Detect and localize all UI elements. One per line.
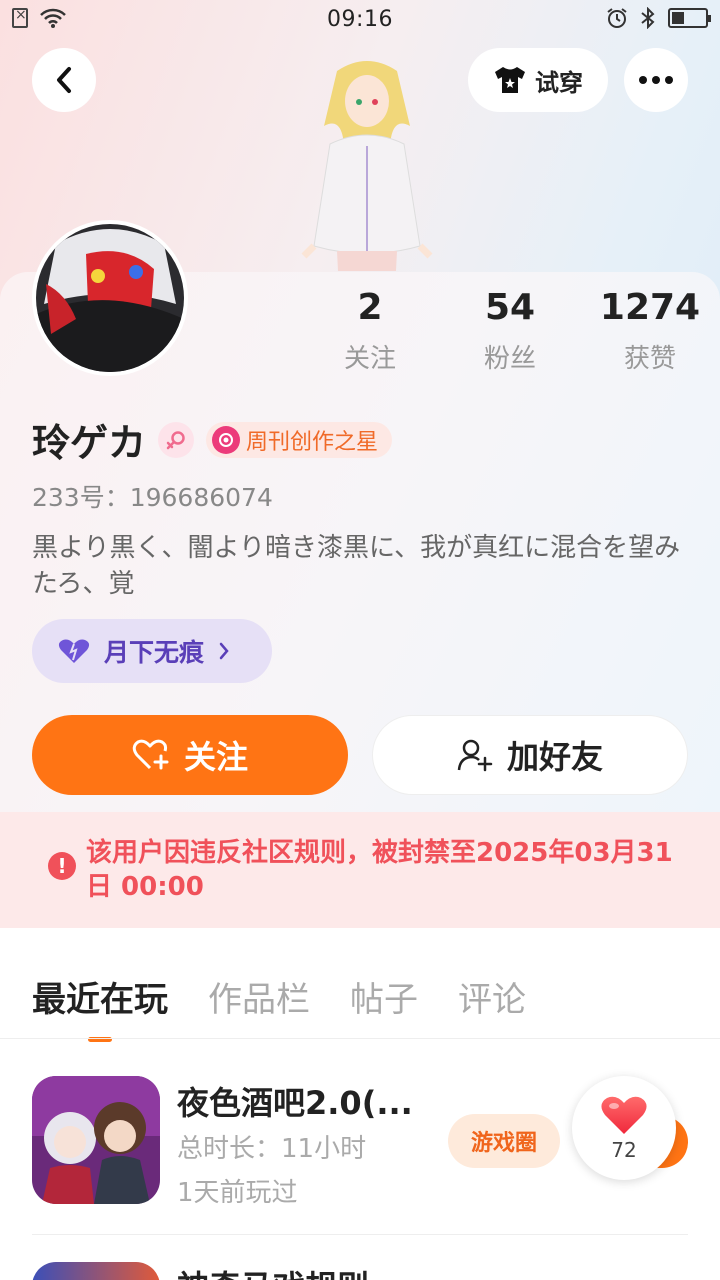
chevron-left-icon (57, 67, 71, 93)
stat-label: 粉丝 (483, 344, 536, 374)
more-button[interactable] (624, 48, 688, 112)
stats-row: 2 关注 54 粉丝 1274 获赞 (300, 288, 720, 375)
ban-notice-text: 该用户因违反社区规则，被封禁至2025年03月31日 00:00 (86, 838, 673, 902)
try-on-button[interactable]: 试穿 (468, 48, 608, 112)
ban-notice: ! 该用户因违反社区规则，被封禁至2025年03月31日 00:00 (0, 812, 720, 928)
more-dot-icon (639, 76, 647, 84)
game-thumbnail (32, 1262, 160, 1280)
add-friend-label: 加好友 (506, 738, 603, 776)
heart-plus-icon (132, 739, 169, 770)
tab-posts[interactable]: 帖子 (350, 972, 418, 1022)
follow-label: 关注 (183, 738, 248, 776)
floating-like-button[interactable]: 72 (572, 1076, 676, 1180)
tshirt-icon (495, 67, 525, 93)
status-bar: 09:16 (0, 0, 720, 38)
guild-button[interactable]: 月下无痕 (32, 619, 272, 683)
stat-value: 1274 (599, 287, 701, 328)
name-row: 玲ゲカ 周刊创作之星 (32, 412, 393, 467)
game-thumbnail (32, 1076, 160, 1204)
alarm-icon (607, 8, 627, 28)
username: 玲ゲカ (32, 421, 147, 465)
heart-icon (58, 639, 90, 663)
stat-following[interactable]: 2 关注 (300, 288, 440, 375)
no-sim-icon (12, 7, 28, 28)
more-dot-icon (652, 76, 660, 84)
user-bio: 黒より黒く、闇より暗き漆黒に、我が真红に混合を望みたろ、覚 (32, 533, 681, 599)
more-dot-icon (665, 76, 673, 84)
character-figure (301, 61, 433, 271)
game-circle-button[interactable]: 游戏圈 (448, 1114, 560, 1168)
game-last-played: 1天前玩过 (177, 1178, 298, 1208)
battery-icon (668, 8, 711, 28)
stat-label: 获赞 (623, 344, 676, 374)
guild-label: 月下无痕 (104, 638, 205, 667)
heart-icon (601, 1096, 647, 1134)
stat-fans[interactable]: 54 粉丝 (440, 288, 580, 375)
list-item[interactable]: 神奇马戏规则 (32, 1262, 688, 1280)
game-title: 夜色酒吧2.0(... (177, 1084, 413, 1122)
female-icon (158, 421, 195, 458)
add-friend-button[interactable]: 加好友 (372, 715, 688, 795)
stat-value: 2 (357, 287, 383, 328)
user-id: 233号：196686074 (32, 483, 273, 512)
creator-star-label: 周刊创作之星 (246, 429, 379, 455)
tab-works[interactable]: 作品栏 (208, 972, 310, 1022)
game-title: 神奇马戏规则 (177, 1262, 369, 1280)
chevron-right-icon (219, 642, 229, 660)
wifi-icon (40, 8, 66, 28)
stat-likes[interactable]: 1274 获赞 (580, 288, 720, 375)
avatar-image (36, 224, 184, 372)
divider (32, 1234, 688, 1235)
bluetooth-icon (641, 7, 655, 29)
status-time: 09:16 (327, 6, 393, 32)
alert-icon: ! (48, 852, 76, 880)
follow-button[interactable]: 关注 (32, 715, 348, 795)
tab-recent-played[interactable]: 最近在玩 (32, 972, 168, 1042)
like-count: 72 (611, 1138, 637, 1162)
tab-comments[interactable]: 评论 (458, 972, 526, 1022)
try-on-label: 试穿 (535, 68, 583, 97)
stat-label: 关注 (343, 344, 396, 374)
stat-value: 54 (484, 287, 536, 328)
add-user-icon (457, 739, 493, 772)
divider (0, 1038, 720, 1039)
avatar[interactable] (32, 220, 188, 376)
medal-icon (212, 425, 241, 454)
tab-bar: 最近在玩 作品栏 帖子 评论 (32, 972, 526, 1042)
back-button[interactable] (32, 48, 96, 112)
game-duration: 总时长：11小时 (177, 1134, 367, 1164)
creator-star-badge[interactable]: 周刊创作之星 (206, 421, 393, 458)
